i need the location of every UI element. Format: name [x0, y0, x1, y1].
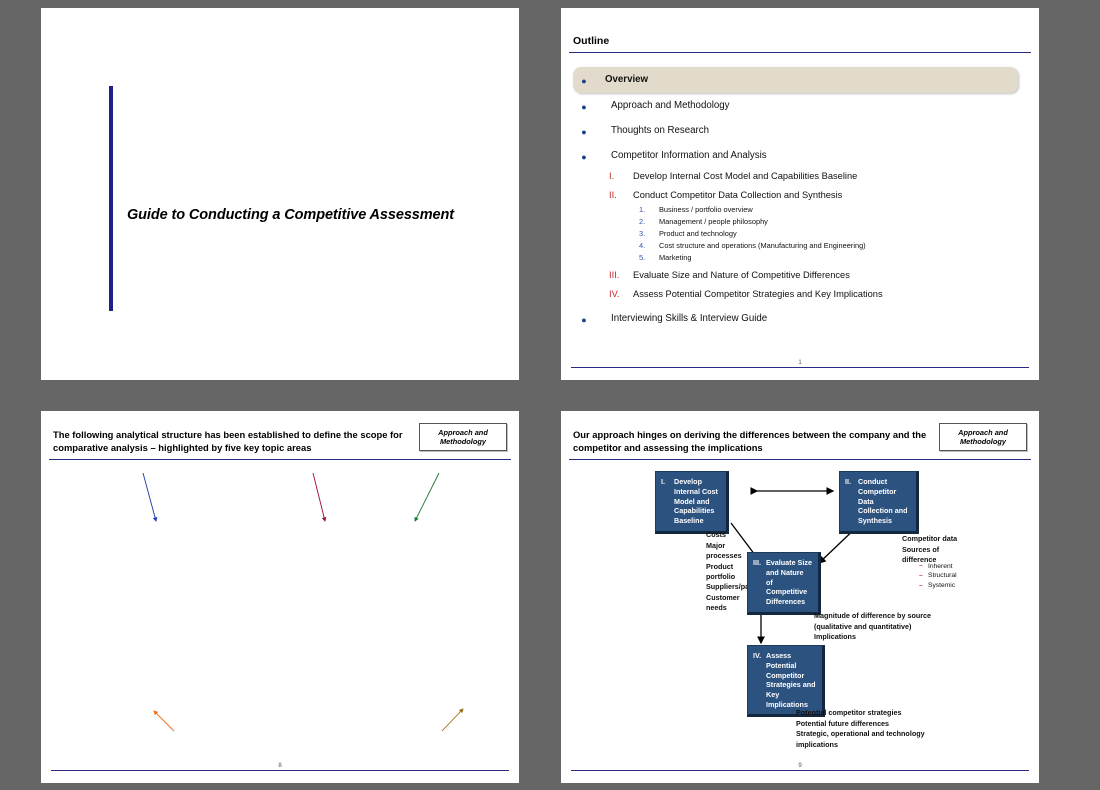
bullet-item: Structural: [919, 571, 989, 581]
title-divider: [569, 52, 1031, 53]
outline-subsubitem-label: Marketing: [659, 253, 692, 262]
flow-box-2-sub-bullets: Inherent Structural Systemic: [879, 561, 989, 591]
outline-subsubitem-1[interactable]: 1. Business / portfolio overview: [639, 205, 1027, 214]
flow-box-3-bullets: Magnitude of difference by source (quali…: [765, 611, 955, 642]
outline-item-approach[interactable]: ● Approach and Methodology: [579, 100, 1027, 112]
outline-subsubitem-2[interactable]: 2. Management / people philosophy: [639, 217, 1027, 226]
flow-box-marker: IV.: [753, 651, 762, 660]
slide-title-page[interactable]: Guide to Conducting a Competitive Assess…: [41, 8, 519, 380]
footer-divider: [571, 367, 1029, 368]
outline-subsubitem-marker: 1.: [639, 205, 646, 214]
slide-approach-flow[interactable]: Our approach hinges on deriving the diff…: [561, 411, 1039, 783]
slide-analytical-structure[interactable]: The following analytical structure has b…: [41, 411, 519, 783]
outline-item-label: Thoughts on Research: [611, 125, 710, 136]
bullet-item: Competitor data: [902, 534, 958, 544]
outline-subitem-ii[interactable]: II. Conduct Competitor Data Collection a…: [609, 190, 1027, 200]
outline-subsubitem-label: Product and technology: [659, 229, 737, 238]
outline-subsubitem-3[interactable]: 3. Product and technology: [639, 229, 1027, 238]
outline-item-label: Competitor Information and Analysis: [611, 150, 767, 161]
outline-subitem-label: Assess Potential Competitor Strategies a…: [633, 289, 883, 299]
flow-box-3[interactable]: III. Evaluate Size and Nature of Competi…: [747, 552, 821, 615]
bullet-item: Magnitude of difference by source (quali…: [814, 611, 932, 631]
bullet-item: Systemic: [919, 581, 989, 591]
outline-subitem-marker: II.: [609, 190, 617, 200]
outline-subsubitem-label: Business / portfolio overview: [659, 205, 753, 214]
flow-box-marker: III.: [753, 558, 761, 567]
page-number: 8: [278, 763, 282, 769]
flow-box-4-bullets: Potential competitor strategies Potentia…: [747, 708, 947, 750]
bullet-item: Implications: [814, 632, 856, 642]
outline-item-research[interactable]: ● Thoughts on Research: [579, 125, 1027, 137]
outline-item-label: Interviewing Skills & Interview Guide: [611, 313, 768, 324]
outline-subitem-label: Evaluate Size and Nature of Competitive …: [633, 270, 850, 280]
outline-subitem-marker: IV.: [609, 289, 620, 299]
connector-arrows: [142, 472, 464, 732]
outline-subitem-marker: I.: [609, 171, 615, 181]
outline-subitem-label: Develop Internal Cost Model and Capabili…: [633, 171, 858, 181]
title-accent-bar: [109, 86, 113, 311]
flow-box-2[interactable]: II. Conduct Competitor Data Collection a…: [839, 471, 919, 534]
flow-box-1-bullets: Costs Major processes Product portfolio …: [657, 530, 770, 614]
bullet-icon: ●: [581, 127, 587, 137]
bullet-item: Potential competitor strategies: [796, 708, 902, 718]
page-number: 9: [798, 763, 802, 769]
bullet-icon: ●: [581, 152, 587, 162]
page-number: 1: [798, 360, 802, 366]
bullet-icon: ●: [581, 315, 587, 325]
outline-item-competitor-info[interactable]: ● Competitor Information and Analysis: [579, 150, 1027, 162]
outline-subitem-marker: III.: [609, 270, 620, 280]
outline-subsubitem-label: Management / people philosophy: [659, 217, 768, 226]
bullet-item: Inherent: [919, 561, 989, 572]
outline-subsubitem-5[interactable]: 5. Marketing: [639, 253, 1027, 262]
flow-box-1[interactable]: I. Develop Internal Cost Model and Capab…: [655, 471, 729, 534]
outline-subsubitem-marker: 2.: [639, 217, 646, 226]
outline-item-overview[interactable]: ● Overview: [573, 67, 1018, 93]
outline-subitem-label: Conduct Competitor Data Collection and S…: [633, 190, 843, 200]
outline-item-label: Approach and Methodology: [611, 100, 730, 111]
outline-subitem-i[interactable]: I. Develop Internal Cost Model and Capab…: [609, 171, 1027, 181]
bullet-item: Costs: [706, 530, 726, 540]
outline-list: ● Overview ● Approach and Methodology ● …: [573, 67, 1027, 338]
flow-box-marker: II.: [845, 477, 851, 486]
outline-subsubitem-marker: 5.: [639, 253, 646, 262]
outline-subsubitem-label: Cost structure and operations (Manufactu…: [659, 241, 866, 250]
bullet-icon: ●: [581, 102, 587, 112]
outline-subsubitem-marker: 3.: [639, 229, 646, 238]
outline-subsubitem-4[interactable]: 4. Cost structure and operations (Manufa…: [639, 241, 1027, 250]
flow-box-4[interactable]: IV. Assess Potential Competitor Strategi…: [747, 645, 825, 718]
outline-subsubitem-marker: 4.: [639, 241, 646, 250]
outline-item-label: Overview: [605, 74, 649, 85]
outline-subitem-iv[interactable]: IV. Assess Potential Competitor Strategi…: [609, 289, 1027, 299]
outline-item-interviewing[interactable]: ● Interviewing Skills & Interview Guide: [579, 313, 1027, 325]
bullet-icon: ●: [581, 76, 587, 86]
footer-divider: [51, 770, 509, 771]
page-title: Outline: [573, 35, 610, 47]
presentation-title: Guide to Conducting a Competitive Assess…: [127, 207, 454, 223]
bullet-item: Strategic, operational and technology im…: [796, 729, 925, 749]
footer-divider: [571, 770, 1029, 771]
slide-outline[interactable]: Outline ● Overview ● Approach and Method…: [561, 8, 1039, 380]
bullet-item: Potential future differences: [796, 718, 890, 728]
slide-deck: Guide to Conducting a Competitive Assess…: [0, 0, 1100, 790]
flow-box-marker: I.: [661, 477, 665, 486]
outline-subitem-iii[interactable]: III. Evaluate Size and Nature of Competi…: [609, 270, 1027, 280]
